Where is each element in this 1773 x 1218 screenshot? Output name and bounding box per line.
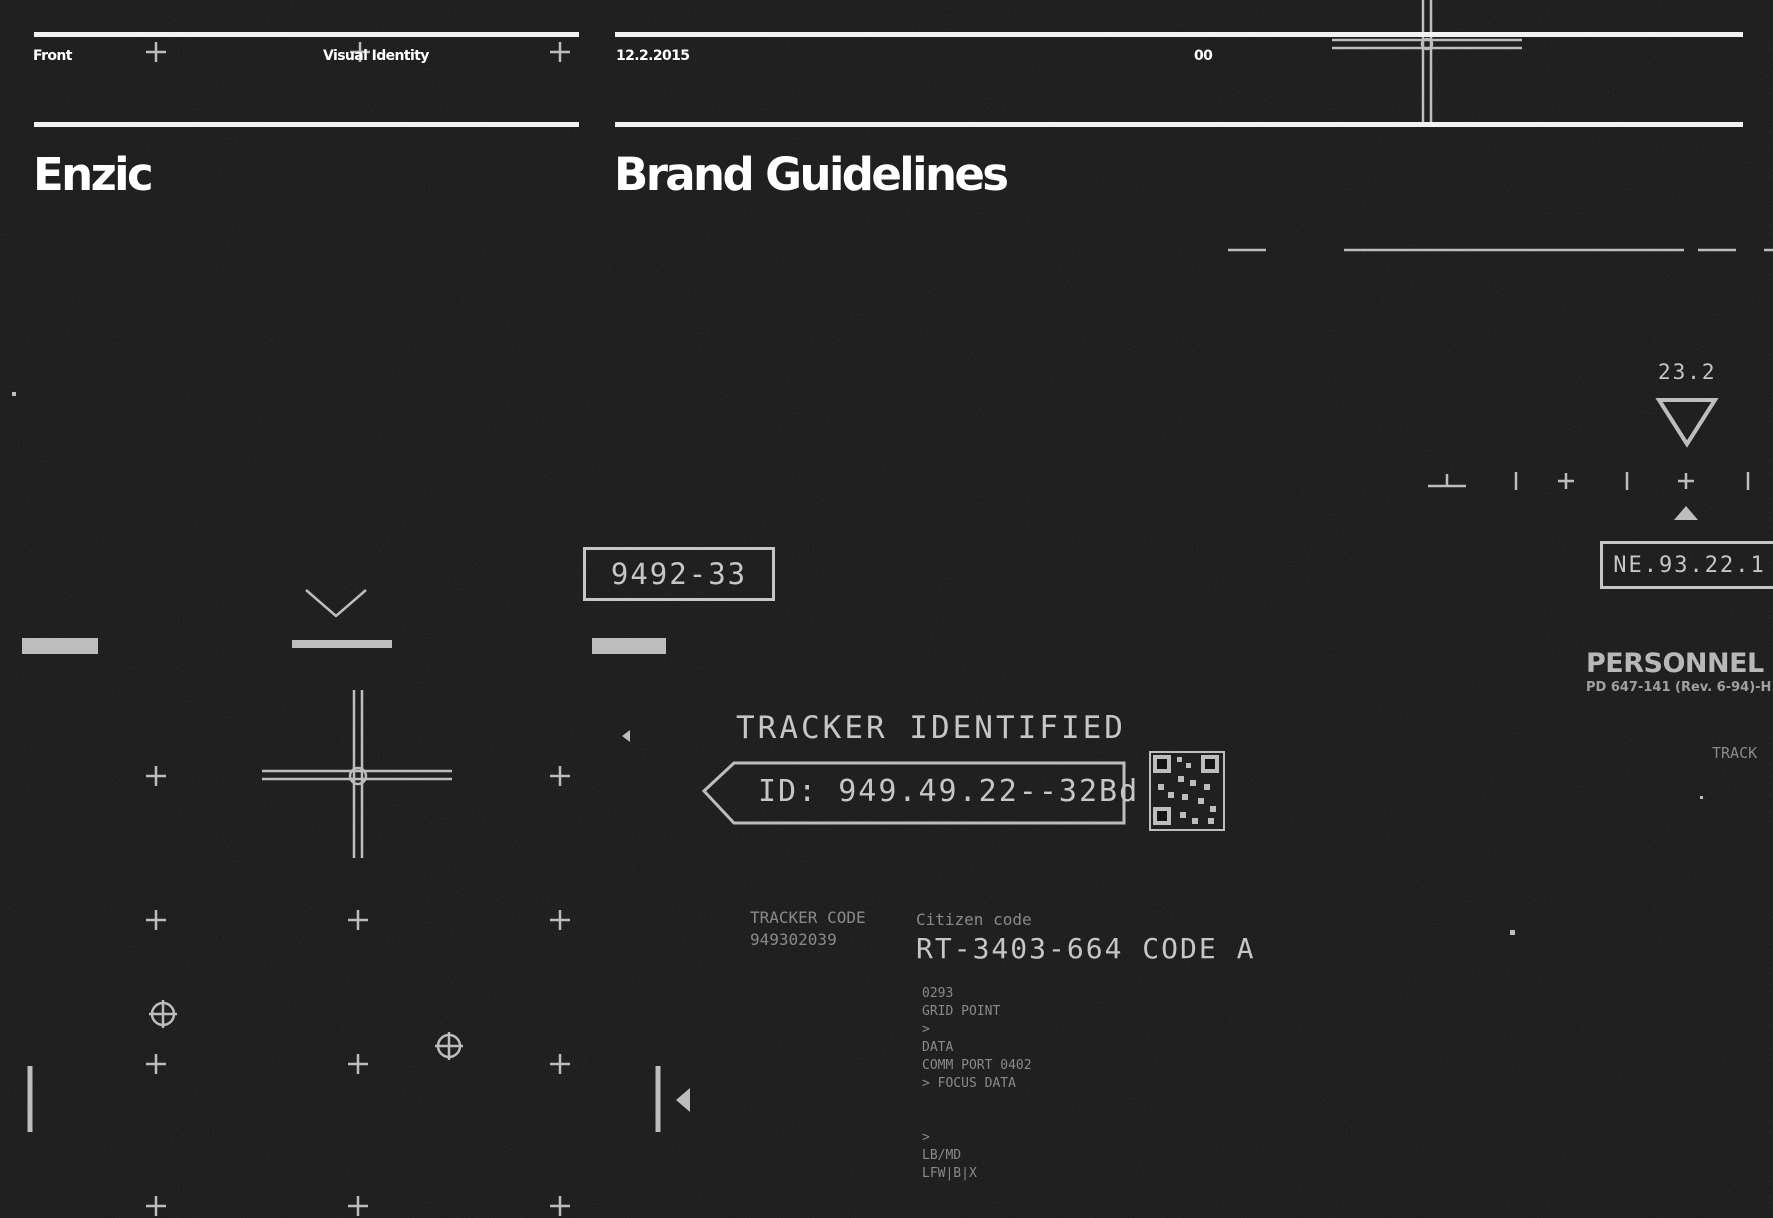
nav-box: NE.93.22.1 <box>1600 541 1773 589</box>
data-line: > <box>922 1130 930 1145</box>
tracker-status: TRACKER IDENTIFIED <box>736 710 1126 746</box>
code-box-label: 9492-33 <box>610 557 748 591</box>
data-line: COMM PORT 0402 <box>922 1058 1032 1073</box>
tracker-code-label: TRACKER CODE <box>750 908 866 927</box>
top-rule-right <box>615 32 1743 37</box>
code-box: 9492-33 <box>583 547 775 601</box>
mid-rule-left <box>34 122 579 127</box>
tracker-short: TRACK <box>1712 744 1758 762</box>
bracket-bar-left <box>22 638 98 654</box>
data-line: LB/MD <box>922 1148 962 1163</box>
document-type-label: Visual Identity <box>323 48 429 64</box>
tiny-dot-3 <box>1700 796 1703 799</box>
data-line: GRID POINT <box>922 1004 1001 1019</box>
bracket-bar-mid <box>592 638 666 654</box>
document-date: 12.2.2015 <box>616 48 690 64</box>
citizen-code-label: Citizen code <box>916 910 1032 929</box>
top-rule-left <box>34 32 579 37</box>
data-line: > <box>922 1022 930 1037</box>
citizen-code-value: RT-3403-664 CODE A <box>916 932 1256 965</box>
bracket-bar-center <box>292 640 392 648</box>
tracker-id: ID: 949.49.22--32Bd <box>758 774 1140 809</box>
data-line: 0293 <box>922 986 954 1001</box>
nav-box-label: NE.93.22.1 <box>1613 552 1766 578</box>
data-line: > FOCUS DATA <box>922 1076 1016 1091</box>
page-number: 00 <box>1194 48 1213 64</box>
brand-name-title: Enzic <box>33 148 154 201</box>
scale-value: 23.2 <box>1658 360 1717 384</box>
personnel-heading: PERSONNEL SA <box>1586 648 1773 679</box>
data-readout: 0293 GRID POINT > DATA COMM PORT 0402 > … <box>922 985 1032 1183</box>
data-line: LFW|B|X <box>922 1166 977 1181</box>
mid-rule-right <box>615 122 1743 127</box>
tiny-dot-1 <box>12 392 16 396</box>
tracker-code-value: 949302039 <box>750 930 837 949</box>
personnel-sub: PD 647-141 (Rev. 6-94)-H1 <box>1586 680 1773 695</box>
tiny-dot-2 <box>1510 930 1515 935</box>
page-title: Brand Guidelines <box>614 148 1009 201</box>
section-label: Front <box>33 48 72 64</box>
data-line: DATA <box>922 1040 954 1055</box>
